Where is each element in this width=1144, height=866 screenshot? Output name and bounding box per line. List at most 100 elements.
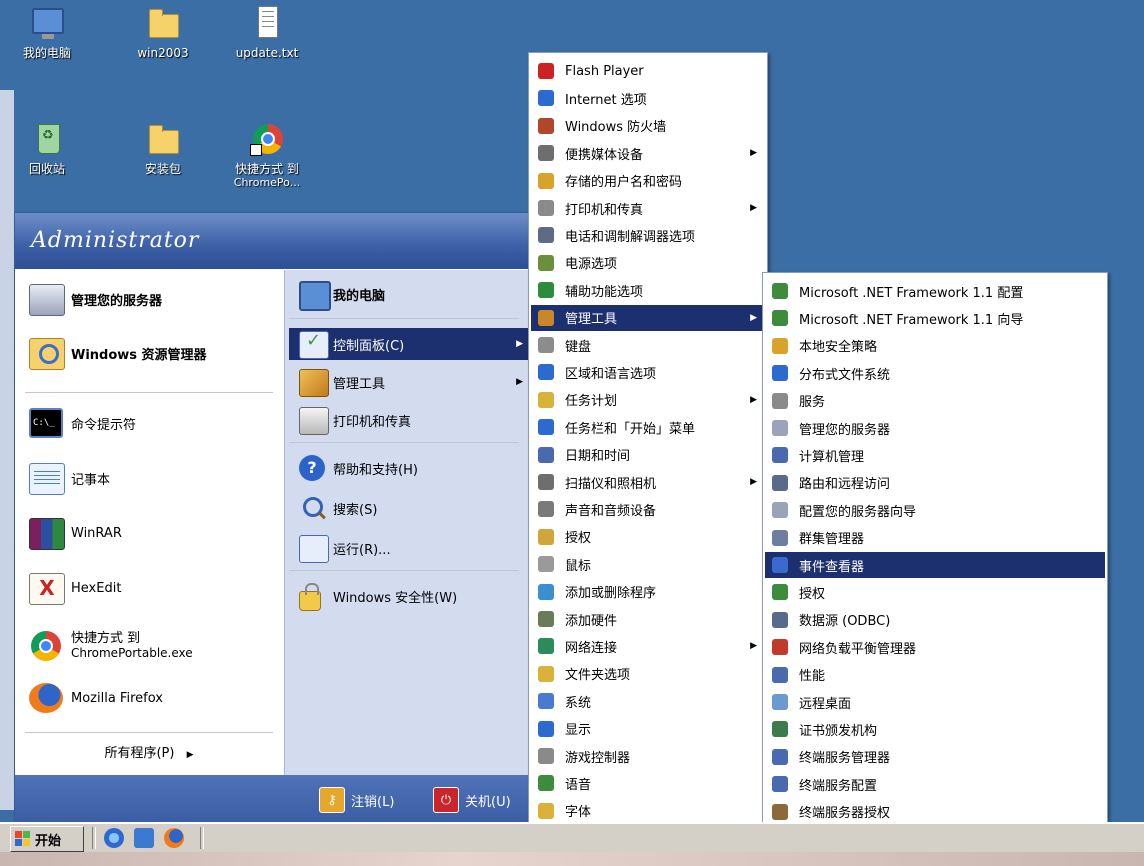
admin-tools-item-icon bbox=[771, 720, 789, 738]
control-panel-item[interactable]: Internet 选项 bbox=[531, 85, 765, 111]
desktop-icon-label: 安装包 bbox=[144, 162, 181, 176]
admin-tools-item[interactable]: 网络负载平衡管理器 bbox=[765, 634, 1105, 660]
shutdown-button[interactable]: ⏻ 关机(U) bbox=[433, 787, 511, 813]
control-panel-item[interactable]: 任务栏和「开始」菜单 bbox=[531, 414, 765, 440]
control-panel-item[interactable]: 键盘 bbox=[531, 332, 765, 358]
control-panel-item-label: Windows 防火墙 bbox=[565, 120, 667, 136]
admin-tools-item-label: 终端服务器授权 bbox=[799, 806, 891, 822]
admin-tools-item[interactable]: 授权 bbox=[765, 579, 1105, 605]
admin-tools-item[interactable]: 服务 bbox=[765, 388, 1105, 414]
control-panel-item[interactable]: 声音和音频设备 bbox=[531, 496, 765, 522]
desktop-icon-chrome-shortcut[interactable]: ↗ 快捷方式 到 ChromePo... bbox=[222, 122, 312, 190]
control-panel-item[interactable]: Flash Player bbox=[531, 58, 765, 84]
firefox-icon[interactable] bbox=[164, 828, 184, 848]
control-panel-item[interactable]: 辅助功能选项 bbox=[531, 277, 765, 303]
admin-tools-item[interactable]: 远程桌面 bbox=[765, 689, 1105, 715]
start-right-printers[interactable]: 打印机和传真 bbox=[289, 404, 531, 436]
desktop-icon-win2003[interactable]: win2003 bbox=[118, 6, 208, 60]
admin-tools-item-label: 群集管理器 bbox=[799, 532, 865, 548]
admin-tools-item-label: 配置您的服务器向导 bbox=[799, 504, 917, 520]
admin-tools-item[interactable]: 性能 bbox=[765, 662, 1105, 688]
control-panel-item[interactable]: 字体 bbox=[531, 798, 765, 824]
start-right-my-computer[interactable]: 我的电脑 bbox=[289, 278, 531, 311]
control-panel-item[interactable]: 日期和时间 bbox=[531, 442, 765, 468]
control-panel-item-label: 区域和语言选项 bbox=[565, 366, 657, 382]
start-button[interactable]: 开始 bbox=[10, 826, 84, 852]
command-prompt-icon: C:\_ bbox=[29, 408, 63, 438]
admin-tools-item[interactable]: 路由和远程访问 bbox=[765, 470, 1105, 496]
start-item-firefox[interactable]: Mozilla Firefox bbox=[19, 681, 279, 715]
desktop-icon-label: 快捷方式 到 bbox=[235, 162, 299, 176]
start-item-windows-explorer[interactable]: Windows 资源管理器 bbox=[19, 336, 279, 370]
start-item-manage-server[interactable]: 管理您的服务器 bbox=[19, 282, 279, 316]
control-panel-item-icon bbox=[537, 62, 555, 80]
admin-tools-item[interactable]: 分布式文件系统 bbox=[765, 360, 1105, 386]
control-panel-item[interactable]: 扫描仪和照相机 ▶ bbox=[531, 469, 765, 495]
admin-tools-item[interactable]: Microsoft .NET Framework 1.1 配置 bbox=[765, 278, 1105, 304]
desktop-icon-label: win2003 bbox=[137, 46, 189, 60]
start-right-search[interactable]: 搜索(S) bbox=[289, 492, 531, 524]
control-panel-item[interactable]: 添加或删除程序 bbox=[531, 579, 765, 605]
desktop-icon-my-computer[interactable]: 我的电脑 bbox=[2, 6, 92, 60]
all-programs-button[interactable]: 所有程序(P) ▶ bbox=[15, 742, 283, 761]
control-panel-item[interactable]: 添加硬件 bbox=[531, 606, 765, 632]
control-panel-item[interactable]: 授权 bbox=[531, 524, 765, 550]
admin-tools-item[interactable]: 群集管理器 bbox=[765, 525, 1105, 551]
control-panel-item[interactable]: 语音 bbox=[531, 770, 765, 796]
admin-tools-item[interactable]: 终端服务配置 bbox=[765, 771, 1105, 797]
control-panel-item-label: 显示 bbox=[565, 723, 592, 739]
admin-tools-item[interactable]: 事件查看器 bbox=[765, 552, 1105, 578]
start-item-hexedit[interactable]: X HexEdit bbox=[19, 571, 279, 605]
start-right-run[interactable]: 运行(R)... bbox=[289, 532, 531, 564]
control-panel-item[interactable]: 电话和调制解调器选项 bbox=[531, 222, 765, 248]
admin-tools-item[interactable]: 配置您的服务器向导 bbox=[765, 497, 1105, 523]
control-panel-item[interactable]: 管理工具 ▶ bbox=[531, 304, 765, 331]
start-right-control-panel[interactable]: 控制面板(C) ▶ bbox=[289, 328, 531, 360]
logoff-button[interactable]: ⚷ 注销(L) bbox=[319, 787, 394, 813]
control-panel-item[interactable]: 显示 bbox=[531, 716, 765, 742]
start-item-command-prompt[interactable]: C:\_ 命令提示符 bbox=[19, 406, 279, 440]
desktop-icon-install-package[interactable]: 安装包 bbox=[118, 122, 208, 176]
control-panel-item-icon bbox=[537, 172, 555, 190]
control-panel-item[interactable]: 便携媒体设备 ▶ bbox=[531, 140, 765, 166]
admin-tools-item-icon bbox=[771, 501, 789, 519]
start-right-windows-security[interactable]: Windows 安全性(W) bbox=[289, 580, 531, 612]
desktop-icon-recycle-bin[interactable]: 回收站 bbox=[2, 122, 92, 176]
control-panel-item-label: 系统 bbox=[565, 695, 592, 711]
control-panel-item[interactable]: 网络连接 ▶ bbox=[531, 633, 765, 659]
start-item-chrome-portable[interactable]: 快捷方式 到 ChromePortable.exe bbox=[19, 626, 279, 666]
control-panel-item[interactable]: 区域和语言选项 bbox=[531, 359, 765, 385]
admin-tools-item[interactable]: 管理您的服务器 bbox=[765, 415, 1105, 441]
start-right-admin-tools[interactable]: 管理工具 ▶ bbox=[289, 366, 531, 398]
admin-tools-item[interactable]: 本地安全策略 bbox=[765, 333, 1105, 359]
control-panel-item[interactable]: 鼠标 bbox=[531, 551, 765, 577]
run-icon bbox=[299, 535, 329, 563]
admin-tools-item[interactable]: 证书颁发机构 bbox=[765, 716, 1105, 742]
control-panel-item-label: 管理工具 bbox=[565, 312, 618, 328]
admin-tools-item[interactable]: 数据源 (ODBC) bbox=[765, 607, 1105, 633]
start-item-notepad[interactable]: 记事本 bbox=[19, 461, 279, 495]
control-panel-item[interactable]: 存储的用户名和密码 bbox=[531, 168, 765, 194]
admin-tools-item[interactable]: Microsoft .NET Framework 1.1 向导 bbox=[765, 305, 1105, 331]
start-item-winrar[interactable]: WinRAR bbox=[19, 516, 279, 550]
admin-tools-item-icon bbox=[771, 446, 789, 464]
internet-explorer-icon[interactable] bbox=[104, 828, 124, 848]
separator bbox=[25, 392, 273, 393]
admin-tools-item[interactable]: 终端服务管理器 bbox=[765, 744, 1105, 770]
admin-tools-item-label: 事件查看器 bbox=[799, 559, 865, 575]
start-right-help[interactable]: ? 帮助和支持(H) bbox=[289, 452, 531, 484]
control-panel-item[interactable]: 文件夹选项 bbox=[531, 661, 765, 687]
control-panel-item[interactable]: 任务计划 ▶ bbox=[531, 387, 765, 413]
control-panel-item[interactable]: 游戏控制器 bbox=[531, 743, 765, 769]
admin-tools-item[interactable]: 计算机管理 bbox=[765, 442, 1105, 468]
control-panel-item[interactable]: 打印机和传真 ▶ bbox=[531, 195, 765, 221]
folder-icon bbox=[146, 122, 180, 156]
control-panel-item[interactable]: 系统 bbox=[531, 688, 765, 714]
show-desktop-icon[interactable] bbox=[134, 828, 154, 848]
desktop-icon-update-txt[interactable]: update.txt bbox=[222, 6, 312, 60]
control-panel-item-label: 存储的用户名和密码 bbox=[565, 175, 683, 191]
control-panel-item[interactable]: Windows 防火墙 bbox=[531, 113, 765, 139]
admin-tools-item[interactable]: 终端服务器授权 bbox=[765, 799, 1105, 825]
admin-tools-item-label: Microsoft .NET Framework 1.1 配置 bbox=[799, 285, 1024, 301]
control-panel-item[interactable]: 电源选项 bbox=[531, 250, 765, 276]
